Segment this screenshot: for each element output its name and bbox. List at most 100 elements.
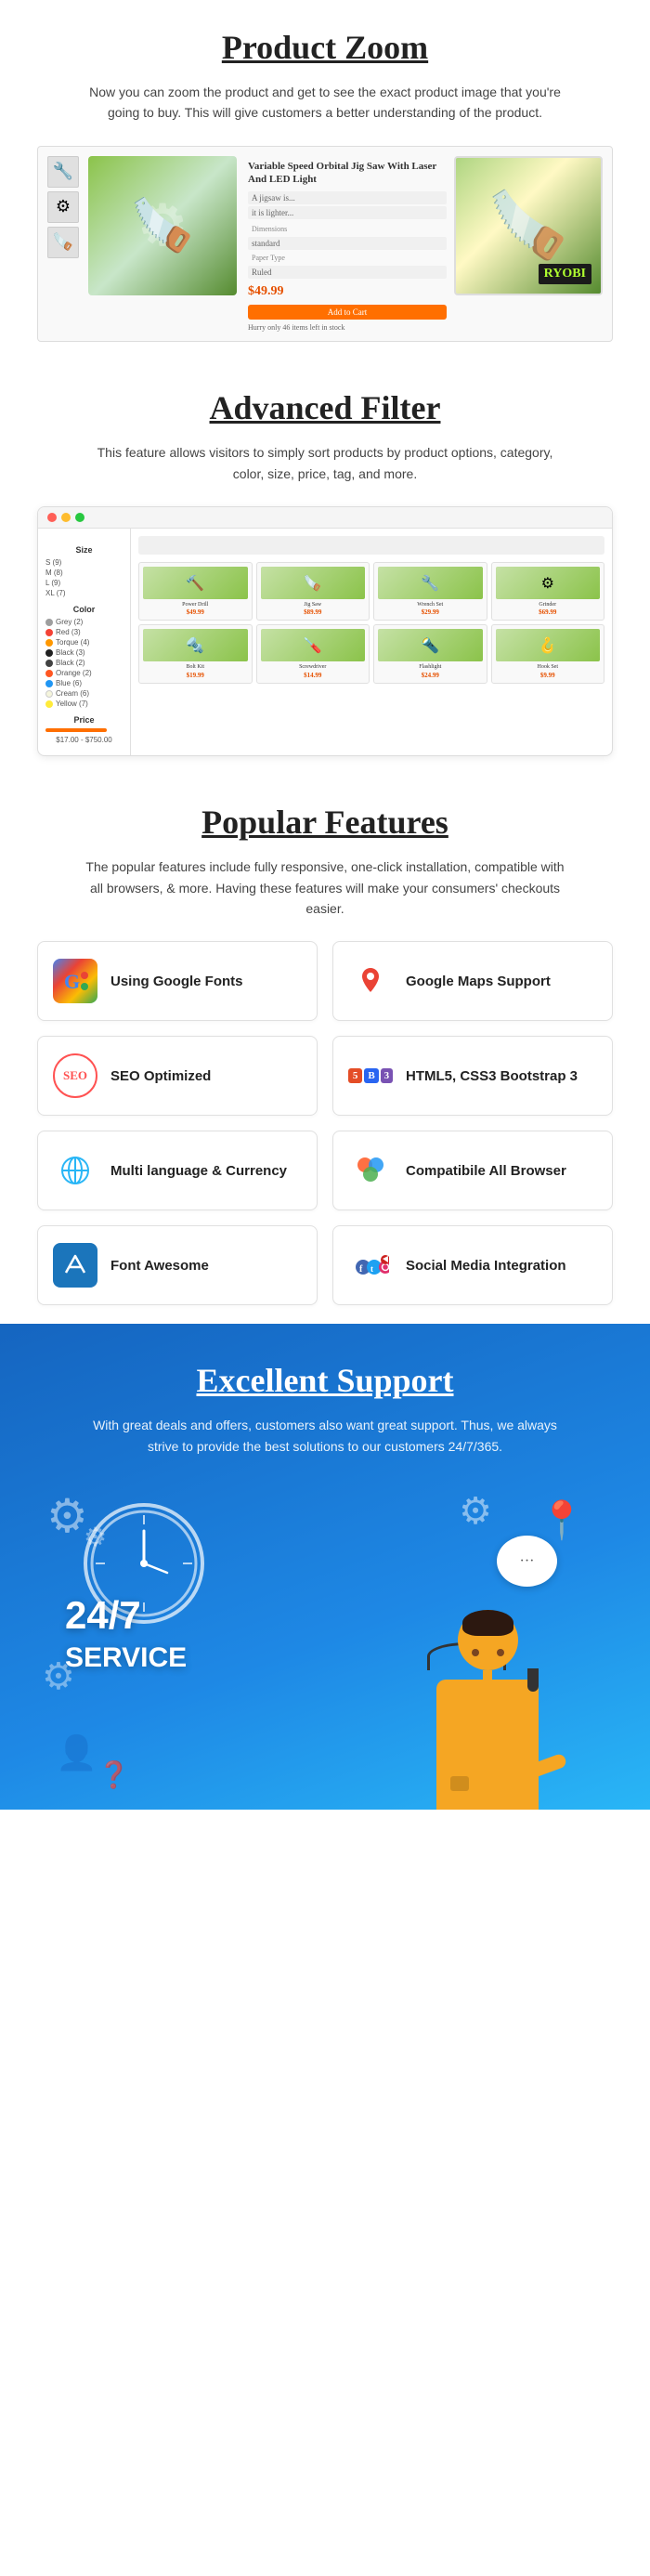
filter-toolbar [138,536,604,555]
add-to-cart-button[interactable]: Add to Cart [248,305,447,320]
product-zoom-title: Product Zoom [37,28,613,67]
google-maps-icon [348,959,393,1003]
zoom-thumb-2[interactable]: ⚙ [47,191,79,223]
feature-browser: Compatibile All Browser [332,1131,613,1210]
color-orange[interactable]: Orange (2) [46,669,123,677]
feature-html5: 5 B 3 HTML5, CSS3 Bootstrap 3 [332,1036,613,1116]
color-red[interactable]: Red (3) [46,628,123,636]
dots-icon: ··· [520,1553,535,1570]
features-grid: G Using Google Fonts Google Maps Support… [37,941,613,1305]
filter-product-2[interactable]: 🪚 Jig Saw $89.99 [256,562,370,621]
color-grey[interactable]: Grey (2) [46,618,123,626]
popular-features-title: Popular Features [37,803,613,842]
filter-product-price-3: $29.99 [378,608,483,616]
browser-label: Compatibile All Browser [406,1162,566,1181]
seo-icon: SEO [53,1053,98,1098]
filter-product-price-1: $49.99 [143,608,248,616]
filter-mockup: Size S (9) M (8) L (9) XL (7) Color Grey… [37,506,613,756]
color-yellow[interactable]: Yellow (7) [46,700,123,708]
gear-icon-bottom-left: ⚙ [42,1654,75,1698]
zoom-zoomed-image: 🪚 RYOBI [454,156,603,295]
dot-red [47,513,57,522]
zoom-paper-label: Paper Type [248,252,447,264]
zoom-thumbnails: 🔧 ⚙ 🪚 [47,156,81,258]
google-maps-label: Google Maps Support [406,973,551,991]
size-m[interactable]: M (8) [46,569,123,577]
filter-product-price-5: $19.99 [143,672,248,679]
filter-product-1[interactable]: 🔨 Power Drill $49.99 [138,562,253,621]
fontawesome-icon [53,1243,98,1288]
filter-product-7[interactable]: 🔦 Flashlight $24.99 [373,624,488,683]
filter-product-title-2: Jig Saw [261,602,366,608]
question-icon: ❓ [98,1759,130,1791]
support-title: Excellent Support [37,1361,613,1400]
filter-product-6[interactable]: 🪛 Screwdriver $14.99 [256,624,370,683]
filter-product-3[interactable]: 🔧 Wrench Set $29.99 [373,562,488,621]
filter-product-5[interactable]: 🔩 Bolt Kit $19.99 [138,624,253,683]
filter-product-img-7: 🔦 [378,629,483,661]
service-247-text: 24/7 [65,1596,141,1635]
support-desc: With great deals and offers, customers a… [93,1415,557,1457]
filter-product-img-3: 🔧 [378,567,483,599]
zoom-detail-row-1: A jigsaw is... [248,191,447,204]
person-torso [436,1680,539,1810]
filter-product-img-4: ⚙ [496,567,601,599]
service-label: SERVICE [65,1642,187,1674]
feature-multilang: Multi language & Currency [37,1131,318,1210]
advanced-filter-section: Advanced Filter This feature allows visi… [0,360,650,775]
filter-product-4[interactable]: ⚙ Grinder $69.99 [491,562,605,621]
person-eye-right [497,1649,504,1656]
zoom-dimension-val: standard [248,237,447,250]
person-eye-left [472,1649,479,1656]
person-mic [527,1668,539,1692]
multilang-icon [53,1148,98,1193]
filter-product-img-5: 🔩 [143,629,248,661]
price-filter-label: Price [46,715,123,725]
html5-icon: 5 B 3 [348,1053,393,1098]
filter-product-price-7: $24.99 [378,672,483,679]
filter-product-price-4: $69.99 [496,608,601,616]
gear-icon-top-left: ⚙ [46,1489,88,1543]
zoom-thumb-1[interactable]: 🔧 [47,156,79,188]
zoom-product-detail: Variable Speed Orbital Jig Saw With Lase… [244,156,447,333]
html5-label: HTML5, CSS3 Bootstrap 3 [406,1067,578,1086]
color-blue[interactable]: Blue (6) [46,679,123,687]
social-icon: f t [348,1243,393,1288]
filter-product-img-6: 🪛 [261,629,366,661]
filter-product-title-1: Power Drill [143,602,248,608]
size-s[interactable]: S (9) [46,558,123,567]
filter-product-8[interactable]: 🪝 Hook Set $9.99 [491,624,605,683]
filter-content: Size S (9) M (8) L (9) XL (7) Color Grey… [38,529,612,755]
google-fonts-label: Using Google Fonts [110,973,243,991]
size-l[interactable]: L (9) [46,579,123,587]
feature-social: f t Social Media Integration [332,1225,613,1305]
filter-product-title-7: Flashlight [378,664,483,671]
support-person [436,1610,539,1810]
zoom-detail-row-2: it is lighter... [248,206,447,219]
color-black2[interactable]: Black (2) [46,659,123,667]
support-illustration: ⚙ ⚙ 24/7 SERVICE ⚙ 📍 ⚙ [37,1484,613,1810]
filter-mockup-header [38,507,612,529]
color-torque[interactable]: Torque (4) [46,638,123,647]
brand-badge: RYOBI [539,264,592,284]
color-cream[interactable]: Cream (6) [46,689,123,698]
zoom-dimension-label: Dimensions [248,223,447,235]
seo-label: SEO Optimized [110,1067,211,1086]
browser-icon [348,1148,393,1193]
google-fonts-icon: G [53,959,98,1003]
person-pocket [450,1776,469,1791]
feature-seo: SEO SEO Optimized [37,1036,318,1116]
feature-google-maps: Google Maps Support [332,941,613,1021]
color-black1[interactable]: Black (3) [46,648,123,657]
size-xl[interactable]: XL (7) [46,589,123,597]
zoom-thumb-3[interactable]: 🪚 [47,227,79,258]
feature-google-fonts: G Using Google Fonts [37,941,318,1021]
product-zoom-section: Product Zoom Now you can zoom the produc… [0,0,650,360]
zoom-mockup: 🔧 ⚙ 🪚 🪚 Variable Speed Orbital Jig Saw W… [37,146,613,343]
fontawesome-label: Font Awesome [110,1257,209,1275]
zoom-stock-info: Hurry only 46 items left in stock [248,323,447,332]
price-range-bar[interactable] [46,728,107,732]
multilang-label: Multi language & Currency [110,1162,287,1181]
zoom-paper-val: Ruled [248,266,447,279]
popular-features-desc: The popular features include fully respo… [84,856,566,919]
